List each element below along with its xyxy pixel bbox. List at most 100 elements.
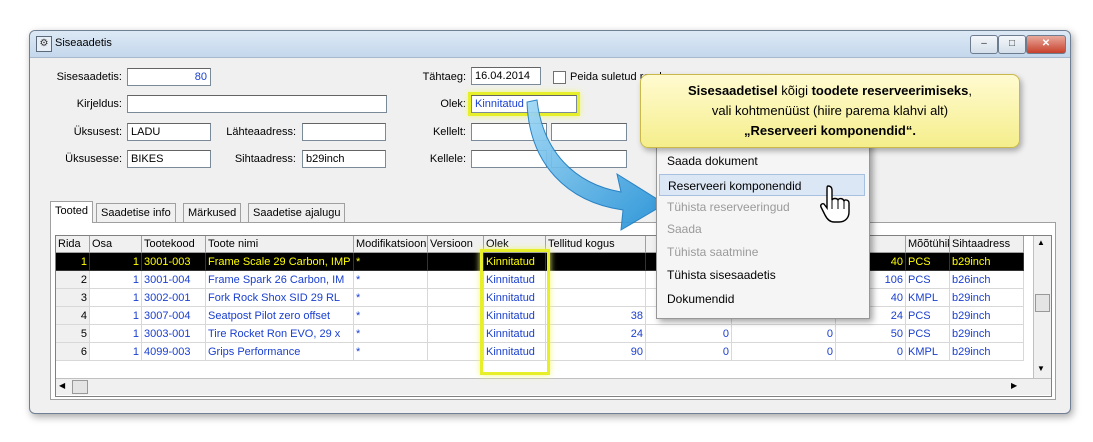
cell-rida[interactable]: 3 [56,289,90,307]
cell-osa[interactable]: 1 [90,307,142,325]
cell-osa[interactable]: 1 [90,289,142,307]
cell-tellitud-kogus[interactable] [546,271,646,289]
cell-toote-nimi[interactable]: Tire Rocket Ron EVO, 29 x [206,325,354,343]
cell-tellitud-kogus[interactable] [546,253,646,271]
cell-rida[interactable]: 4 [56,307,90,325]
column-header-modifikatsioon[interactable]: Modifikatsioon [354,236,428,253]
cell-toote-nimi[interactable]: Frame Spark 26 Carbon, IM [206,271,354,289]
column-header-tootekood[interactable]: Tootekood [142,236,206,253]
menu-item-dokumendid[interactable]: Dokumendid [659,288,865,310]
cell-c2[interactable]: 0 [732,325,836,343]
cell-tootekood[interactable]: 4099-003 [142,343,206,361]
cell-tootekood[interactable]: 3002-001 [142,289,206,307]
cell-versioon[interactable] [428,271,484,289]
cell-versioon[interactable] [428,289,484,307]
cell-mooteuhik[interactable]: KMPL [906,343,950,361]
grid-horizontal-scrollbar[interactable]: ◀ ▶ [56,378,1051,395]
cell-modifikatsioon[interactable]: * [354,289,428,307]
sihtaadress-field[interactable]: b29inch [302,150,386,168]
cell-sihtaadress[interactable]: b29inch [950,307,1024,325]
cell-tellitud-kogus[interactable]: 90 [546,343,646,361]
tab-tooted[interactable]: Tooted [50,201,94,223]
title-bar[interactable]: ⚙ Siseaadetis – □ ✕ [30,31,1070,58]
column-header-mooteuhik[interactable]: Mõõtühik [906,236,950,253]
cell-olek[interactable]: Kinnitatud [484,271,546,289]
cell-olek[interactable]: Kinnitatud [484,343,546,361]
cell-tootekood[interactable]: 3003-001 [142,325,206,343]
lahteaadress-field[interactable] [302,123,386,141]
column-header-tellitud-kogus[interactable]: Tellitud kogus [546,236,646,253]
cell-sihtaadress[interactable]: b29inch [950,325,1024,343]
cell-modifikatsioon[interactable]: * [354,343,428,361]
tab-markused[interactable]: Märkused [183,203,242,223]
cell-tootekood[interactable]: 3007-004 [142,307,206,325]
menu-item-tühista-sisesaadetis[interactable]: Tühista sisesaadetis [659,264,865,286]
cell-osa[interactable]: 1 [90,325,142,343]
cell-sihtaadress[interactable]: b29inch [950,289,1024,307]
scroll-right-icon[interactable]: ▶ [1011,381,1017,390]
cell-osa[interactable]: 1 [90,253,142,271]
maximize-button[interactable]: □ [998,35,1026,54]
tahtaeg-field[interactable]: 16.04.2014 [471,67,541,85]
cell-olek[interactable]: Kinnitatud [484,289,546,307]
column-header-osa[interactable]: Osa [90,236,142,253]
cell-versioon[interactable] [428,325,484,343]
cell-modifikatsioon[interactable]: * [354,325,428,343]
uksusest-field[interactable]: LADU [127,123,211,141]
cell-osa[interactable]: 1 [90,343,142,361]
column-header-toote-nimi[interactable]: Toote nimi [206,236,354,253]
cell-sihtaadress[interactable]: b29inch [950,253,1024,271]
cell-rida[interactable]: 6 [56,343,90,361]
cell-modifikatsioon[interactable]: * [354,253,428,271]
cell-tellitud-kogus[interactable]: 24 [546,325,646,343]
minimize-button[interactable]: – [970,35,998,54]
scroll-left-icon[interactable]: ◀ [59,381,65,390]
cell-rida[interactable]: 2 [56,271,90,289]
cell-mooteuhik[interactable]: PCS [906,325,950,343]
column-header-sihtaadress[interactable]: Sihtaadress [950,236,1024,253]
cell-rida[interactable]: 1 [56,253,90,271]
scroll-up-icon[interactable]: ▲ [1037,238,1045,247]
cell-mooteuhik[interactable]: PCS [906,253,950,271]
horizontal-scroll-thumb[interactable] [72,380,88,394]
close-button[interactable]: ✕ [1026,35,1066,54]
cell-c2[interactable]: 0 [732,343,836,361]
cell-c1[interactable]: 0 [646,325,732,343]
products-grid[interactable]: Rida Osa Tootekood Toote nimi Modifikats… [55,235,1052,397]
cell-tellitud-kogus[interactable] [546,289,646,307]
cell-c1[interactable]: 0 [646,343,732,361]
cell-toote-nimi[interactable]: Frame Scale 29 Carbon, IMP [206,253,354,271]
cell-versioon[interactable] [428,343,484,361]
cell-olek[interactable]: Kinnitatud [484,253,546,271]
cell-osa[interactable]: 1 [90,271,142,289]
tab-saadetise-info[interactable]: Saadetise info [96,203,176,223]
cell-mooteuhik[interactable]: PCS [906,307,950,325]
cell-toote-nimi[interactable]: Grips Performance [206,343,354,361]
kirjeldus-field[interactable] [127,95,387,113]
cell-olek[interactable]: Kinnitatud [484,325,546,343]
cell-rida[interactable]: 5 [56,325,90,343]
vertical-scroll-thumb[interactable] [1035,294,1050,312]
cell-mooteuhik[interactable]: PCS [906,271,950,289]
cell-tootekood[interactable]: 3001-003 [142,253,206,271]
column-header-rida[interactable]: Rida [56,236,90,253]
grid-vertical-scrollbar[interactable]: ▲ ▼ [1033,236,1051,378]
cell-modifikatsioon[interactable]: * [354,271,428,289]
cell-laos[interactable]: 50 [836,325,906,343]
cell-tootekood[interactable]: 3001-004 [142,271,206,289]
column-header-versioon[interactable]: Versioon [428,236,484,253]
cell-laos[interactable]: 0 [836,343,906,361]
uksusesse-field[interactable]: BIKES [127,150,211,168]
sisesaadetis-field[interactable]: 80 [127,68,211,86]
cell-toote-nimi[interactable]: Fork Rock Shox SID 29 RL [206,289,354,307]
tab-saadetise-ajalugu[interactable]: Saadetise ajalugu [248,203,346,223]
peida-suletud-checkbox[interactable] [553,71,566,84]
cell-sihtaadress[interactable]: b29inch [950,343,1024,361]
column-header-olek[interactable]: Olek [484,236,546,253]
cell-olek[interactable]: Kinnitatud [484,307,546,325]
menu-item-saada-dokument[interactable]: Saada dokument [659,150,865,172]
cell-mooteuhik[interactable]: KMPL [906,289,950,307]
cell-toote-nimi[interactable]: Seatpost Pilot zero offset [206,307,354,325]
cell-modifikatsioon[interactable]: * [354,307,428,325]
menu-item-tühista-saatmine[interactable]: Tühista saatmine [659,241,865,263]
